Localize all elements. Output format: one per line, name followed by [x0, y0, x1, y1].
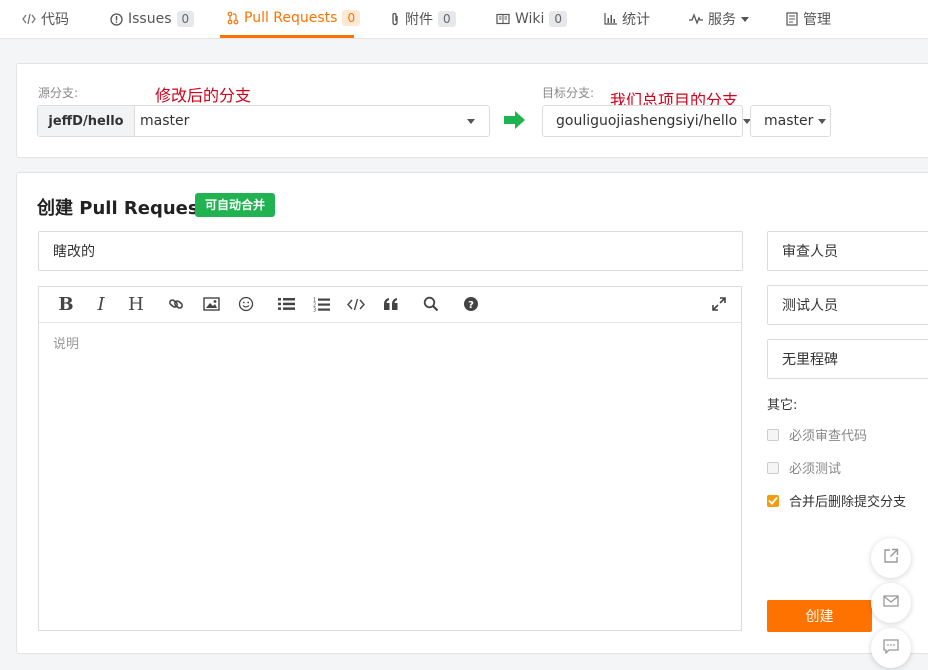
source-repo-name: jeffD/hello: [38, 106, 135, 136]
target-repo-value: gouliguojiashengsiyi/hello: [556, 113, 738, 129]
numbered-list-icon[interactable]: 123: [311, 294, 331, 314]
milestone-select[interactable]: 无里程碑: [767, 339, 928, 379]
image-icon[interactable]: [201, 294, 221, 314]
arrow-right-icon: [504, 110, 526, 134]
target-repo-select[interactable]: gouliguojiashengsiyi/hello: [542, 105, 752, 137]
issue-icon: [110, 12, 123, 26]
share-float-button[interactable]: [871, 538, 911, 578]
book-icon: [496, 13, 510, 25]
require-test-label: 必须测试: [789, 462, 842, 477]
mail-icon: [883, 595, 899, 611]
target-branch-select[interactable]: master: [750, 105, 831, 137]
code-icon: [22, 13, 36, 25]
require-review-label: 必须审查代码: [789, 429, 868, 444]
tab-manage-label: 管理: [803, 12, 831, 28]
bullet-list-icon[interactable]: [276, 294, 296, 314]
heading-icon[interactable]: H: [126, 294, 146, 315]
editor-toolbar: B I H 123 ?: [39, 287, 741, 323]
repo-nav: 代码 Issues 0 Pull Requests 0 附件 0 Wiki 0 …: [0, 0, 928, 39]
italic-icon[interactable]: I: [91, 294, 111, 315]
chevron-down-icon: [741, 16, 749, 22]
code-icon[interactable]: [346, 294, 366, 314]
chevron-down-icon: [818, 118, 827, 124]
source-branch-value: master: [140, 113, 190, 129]
target-branch-value: master: [764, 113, 814, 129]
others-label: 其它:: [767, 398, 798, 413]
tab-issues[interactable]: Issues 0: [110, 0, 195, 38]
source-branch-label: 源分支:: [38, 86, 79, 100]
require-test-checkbox[interactable]: [767, 461, 779, 474]
issues-count: 0: [176, 11, 195, 27]
link-icon[interactable]: [166, 294, 186, 314]
wiki-count: 0: [549, 11, 568, 27]
tab-stats[interactable]: 统计: [604, 0, 650, 38]
pull-requests-count: 0: [342, 9, 361, 26]
require-test-option[interactable]: 必须测试: [767, 458, 841, 477]
paperclip-icon: [390, 12, 400, 26]
tab-attachments-label: 附件: [405, 12, 433, 28]
source-branch-select[interactable]: jeffD/hello master: [37, 105, 490, 137]
pr-title-input[interactable]: 瞎改的: [38, 231, 743, 271]
external-link-icon: [883, 548, 899, 568]
bold-icon[interactable]: B: [56, 294, 76, 315]
attachments-count: 0: [438, 11, 456, 27]
manage-icon: [786, 12, 798, 26]
chevron-down-icon: [467, 118, 475, 124]
tab-code[interactable]: 代码: [22, 0, 69, 38]
require-review-checkbox[interactable]: [767, 428, 779, 441]
mail-float-button[interactable]: [871, 583, 911, 623]
tab-stats-label: 统计: [622, 12, 650, 28]
tab-services[interactable]: 服务: [689, 0, 749, 38]
tab-pull-requests-label: Pull Requests: [244, 9, 338, 26]
target-branch-label: 目标分支:: [542, 86, 595, 100]
page-title: 创建 Pull Request: [37, 198, 208, 219]
testers-select[interactable]: 测试人员: [767, 285, 928, 325]
tab-code-label: 代码: [41, 12, 69, 28]
quote-icon[interactable]: [381, 294, 401, 314]
tab-attachments[interactable]: 附件 0: [390, 0, 456, 38]
tab-manage[interactable]: 管理: [786, 0, 831, 38]
source-annotation: 修改后的分支: [155, 86, 252, 105]
svg-text:3: 3: [313, 307, 316, 312]
fullscreen-icon[interactable]: [709, 294, 729, 314]
svg-text:?: ?: [468, 300, 474, 311]
help-icon[interactable]: ?: [461, 294, 481, 314]
delete-branch-label: 合并后删除提交分支: [789, 495, 907, 510]
tab-pull-requests[interactable]: Pull Requests 0: [220, 0, 361, 38]
tab-wiki-label: Wiki: [515, 11, 545, 27]
reviewers-select[interactable]: 审查人员: [767, 231, 928, 271]
create-button[interactable]: 创建: [767, 600, 872, 632]
delete-branch-option[interactable]: 合并后删除提交分支: [767, 491, 906, 510]
description-placeholder[interactable]: 说明: [53, 333, 79, 352]
tab-wiki[interactable]: Wiki 0: [496, 0, 568, 38]
chat-float-button[interactable]: [871, 628, 911, 668]
pulse-icon: [689, 13, 703, 25]
search-icon[interactable]: [421, 294, 441, 314]
merge-status-badge: 可自动合并: [195, 193, 276, 217]
bar-chart-icon: [604, 13, 617, 25]
tab-issues-label: Issues: [128, 11, 172, 27]
tab-services-label: 服务: [708, 12, 736, 28]
description-editor: B I H 123 ? 说明: [38, 286, 742, 631]
chat-icon: [883, 638, 899, 658]
emoji-icon[interactable]: [236, 294, 256, 314]
require-review-option[interactable]: 必须审查代码: [767, 425, 867, 444]
checkmark-icon: [768, 496, 778, 505]
delete-branch-checkbox[interactable]: [767, 494, 779, 507]
pull-request-icon: [227, 11, 239, 25]
